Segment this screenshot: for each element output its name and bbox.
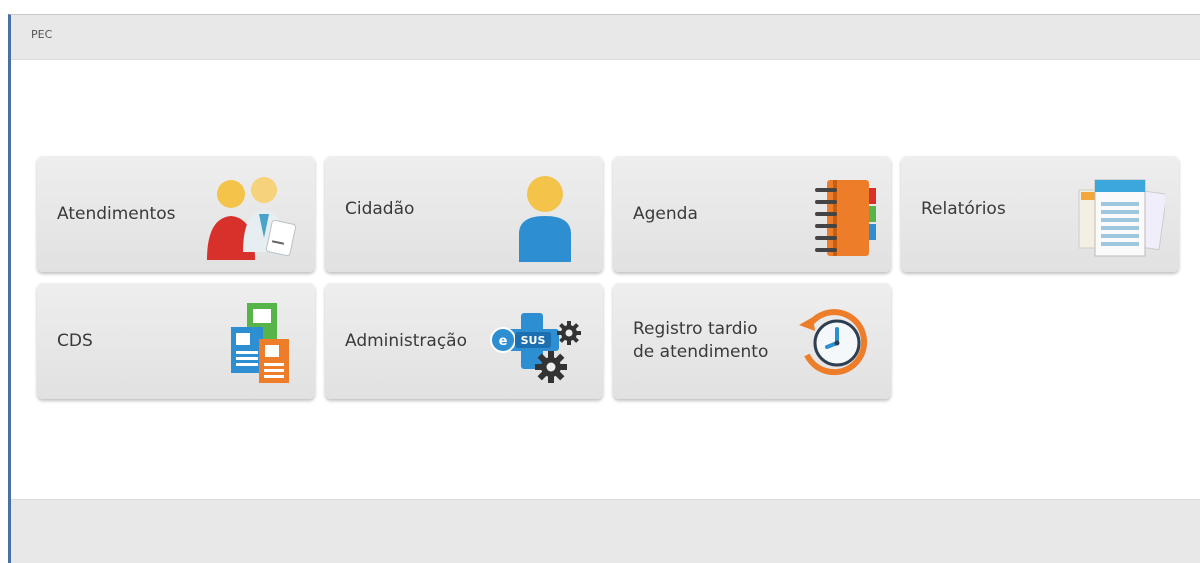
tile-label: Atendimentos — [57, 203, 176, 224]
people-icon — [207, 177, 297, 260]
tile-agenda[interactable]: Agenda — [613, 156, 891, 272]
tile-label: Registro tardio de atendimento — [633, 319, 769, 362]
tile-label: Agenda — [633, 203, 698, 224]
clock-history-icon — [799, 309, 868, 376]
person-icon — [519, 176, 571, 262]
tile-administracao[interactable]: Administração e SUS — [325, 283, 603, 399]
tile-cidadao[interactable]: Cidadão — [325, 156, 603, 272]
tile-atendimentos[interactable]: Atendimentos — [37, 156, 315, 272]
tile-label: Cidadão — [345, 199, 415, 219]
title-bar: PEC — [11, 15, 1200, 60]
tile-label: Administração — [345, 330, 467, 351]
notebook-icon — [815, 180, 876, 256]
tile-registro-tardio[interactable]: Registro tardio de atendimento — [613, 283, 891, 399]
tile-cds[interactable]: CDS — [37, 283, 315, 399]
tile-label: CDS — [57, 330, 93, 351]
svg-text:e: e — [499, 334, 508, 349]
footer-bar — [11, 499, 1200, 563]
forms-icon — [231, 303, 289, 383]
tile-relatorios[interactable]: Relatórios — [901, 156, 1179, 272]
window-title: PEC — [31, 28, 53, 41]
reports-icon — [1078, 179, 1165, 257]
esus-gear-icon: e SUS — [490, 313, 581, 383]
tile-label: Relatórios — [921, 199, 1006, 219]
svg-text:SUS: SUS — [521, 334, 546, 347]
app-window: PEC Atendimentos Cidadão Agenda Relatóri… — [8, 14, 1200, 563]
